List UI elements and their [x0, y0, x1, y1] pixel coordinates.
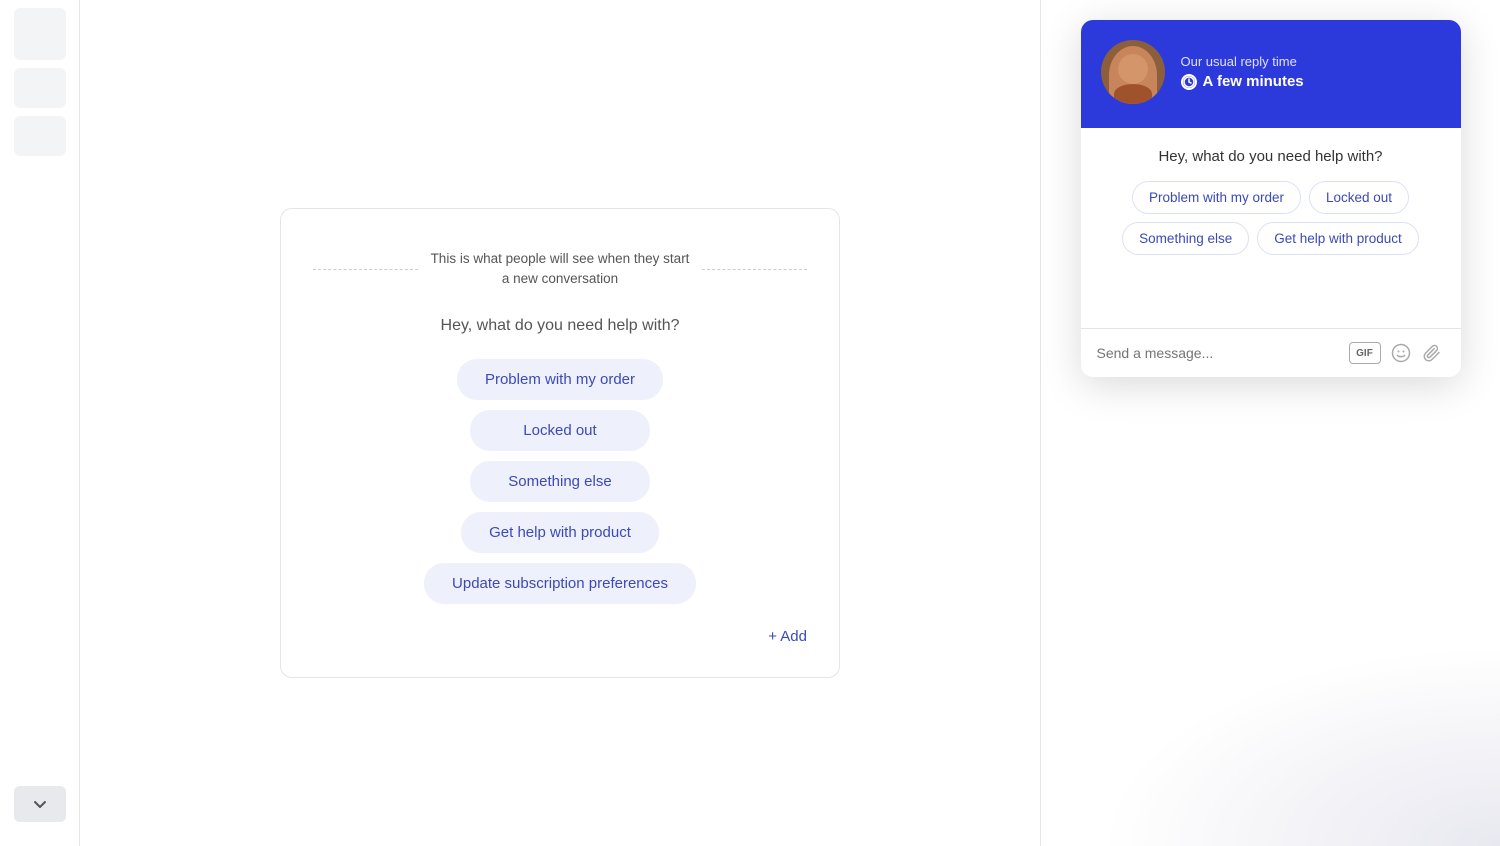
reply-time-value: A few minutes [1181, 73, 1441, 90]
chat-option-3[interactable]: Get help with product [1257, 222, 1419, 255]
chat-header-info: Our usual reply time A few minutes [1181, 54, 1441, 90]
sidebar-item-3[interactable] [14, 116, 66, 156]
gif-button[interactable]: GIF [1349, 342, 1381, 364]
option-btn-0[interactable]: Problem with my order [457, 359, 663, 400]
divider-line-left [313, 269, 418, 270]
chat-body: Hey, what do you need help with? Problem… [1081, 128, 1461, 328]
bottom-decoration [1100, 646, 1500, 846]
chat-option-0[interactable]: Problem with my order [1132, 181, 1301, 214]
chat-input-area: GIF [1081, 328, 1461, 377]
chat-widget: Our usual reply time A few minutes Hey, … [1081, 20, 1461, 377]
chat-header: Our usual reply time A few minutes [1081, 20, 1461, 128]
reply-time-text: A few minutes [1203, 73, 1304, 90]
chat-message-input[interactable] [1097, 345, 1339, 361]
chat-options: Problem with my order Locked out Somethi… [1097, 181, 1445, 255]
editor-panel: This is what people will see when they s… [80, 0, 1040, 846]
sidebar-item-1[interactable] [14, 8, 66, 60]
sidebar-item-2[interactable] [14, 68, 66, 108]
reply-time-label: Our usual reply time [1181, 54, 1441, 69]
divider-text: This is what people will see when they s… [430, 249, 690, 290]
add-option-button[interactable]: + Add [768, 628, 807, 645]
main-content: This is what people will see when they s… [80, 0, 1040, 846]
preview-panel: Our usual reply time A few minutes Hey, … [1040, 0, 1500, 846]
avatar [1101, 40, 1165, 104]
avatar-figure [1109, 46, 1157, 104]
conversation-preview: This is what people will see when they s… [280, 208, 840, 679]
divider-line-right [702, 269, 807, 270]
sidebar [0, 0, 80, 846]
option-btn-2[interactable]: Something else [470, 461, 650, 502]
emoji-button[interactable] [1389, 341, 1413, 365]
chat-prompt-text: Hey, what do you need help with? [1097, 148, 1445, 165]
option-buttons-list: Problem with my order Locked out Somethi… [313, 359, 807, 604]
divider-label: This is what people will see when they s… [313, 249, 807, 290]
chat-option-2[interactable]: Something else [1122, 222, 1249, 255]
clock-icon [1181, 74, 1197, 90]
attach-button[interactable] [1421, 341, 1445, 365]
chat-option-1[interactable]: Locked out [1309, 181, 1409, 214]
editor-prompt-text: Hey, what do you need help with? [441, 317, 680, 335]
chat-actions: GIF [1349, 341, 1445, 365]
sidebar-dropdown[interactable] [14, 786, 66, 822]
option-btn-4[interactable]: Update subscription preferences [424, 563, 696, 604]
option-btn-1[interactable]: Locked out [470, 410, 650, 451]
option-btn-3[interactable]: Get help with product [461, 512, 659, 553]
